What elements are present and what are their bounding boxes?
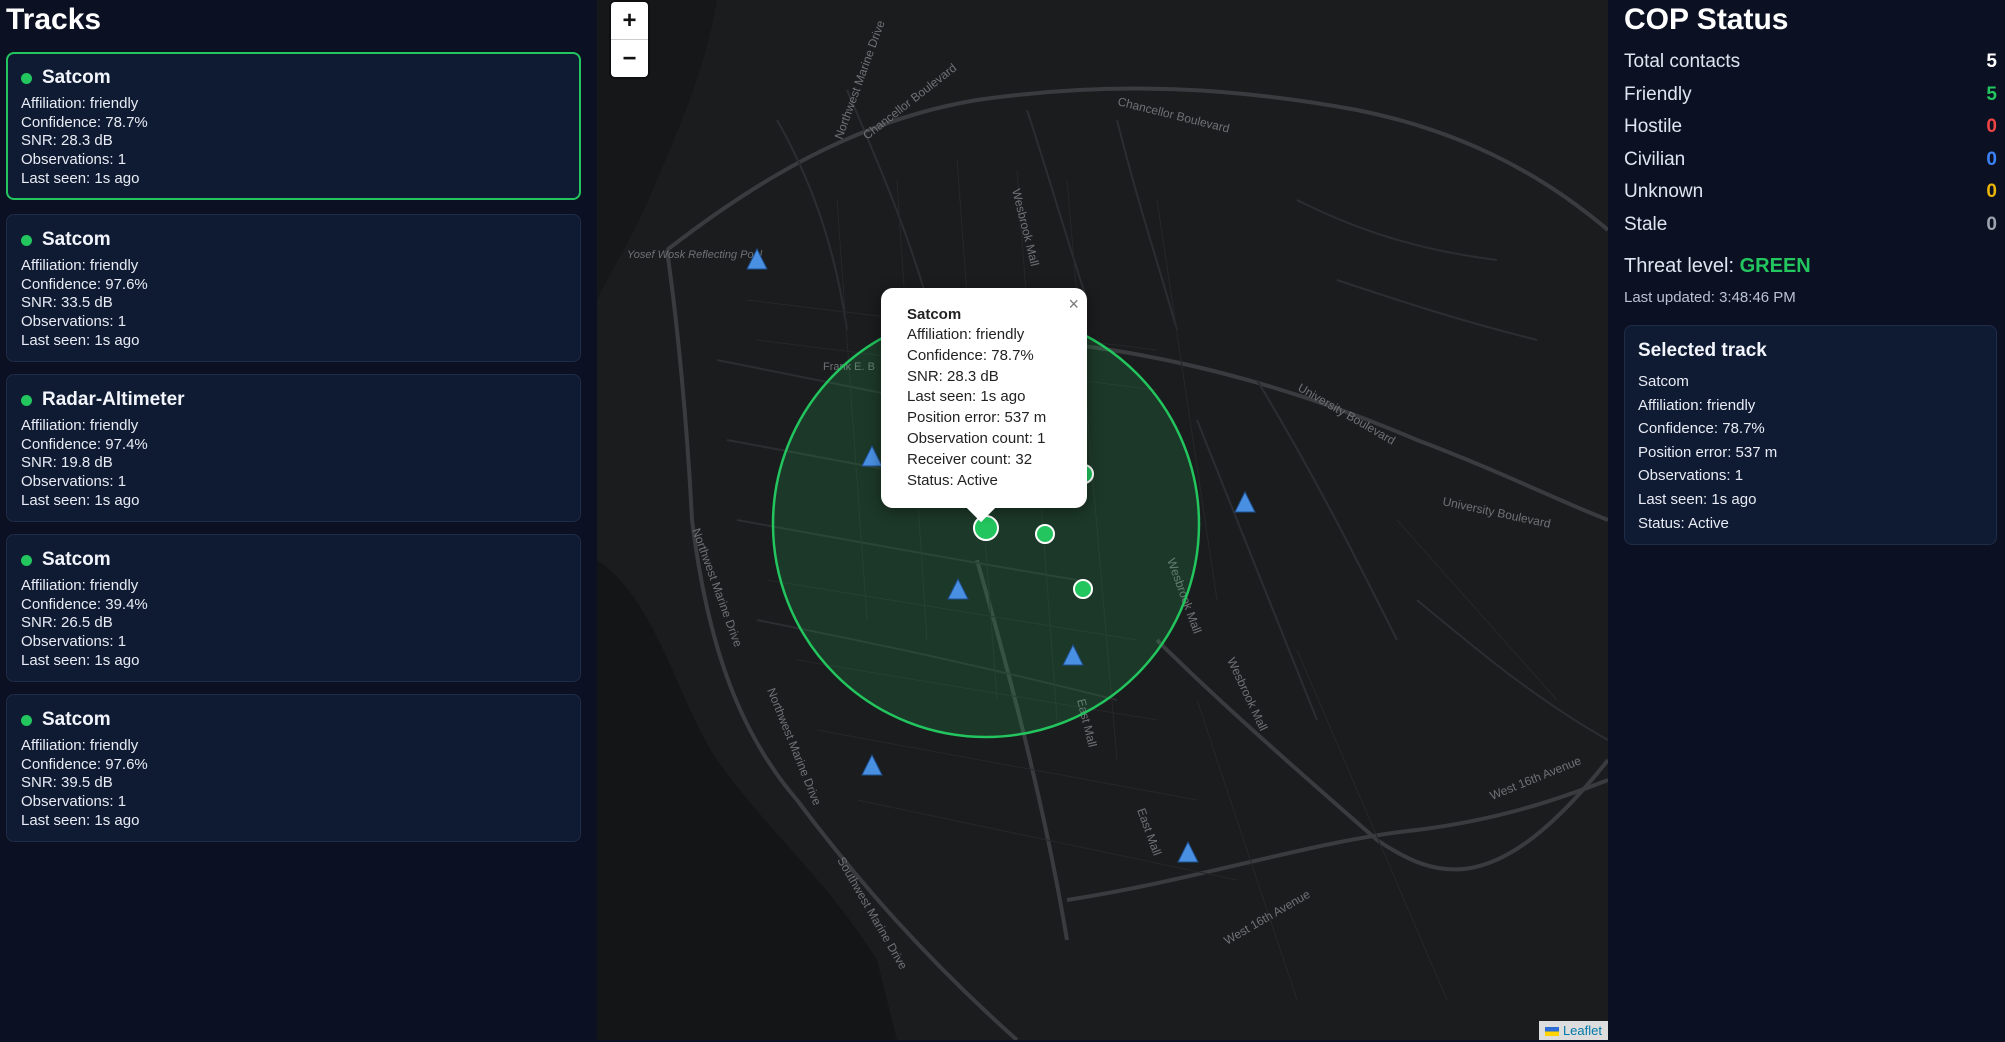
stat-label: Civilian — [1624, 148, 1686, 170]
stat-unknown: Unknown 0 — [1624, 176, 1997, 209]
popup-position-error: Position error: 537 m — [907, 409, 1047, 427]
zoom-control: + − — [611, 2, 648, 77]
zoom-in-button[interactable]: + — [611, 2, 648, 39]
track-confidence: Confidence: 78.7% — [21, 113, 148, 131]
track-last-seen: Last seen: 1s ago — [21, 491, 140, 509]
popup-confidence: Confidence: 78.7% — [907, 346, 1034, 364]
threat-value: GREEN — [1739, 255, 1811, 277]
stat-value: 0 — [1986, 181, 1997, 202]
track-snr: SNR: 28.3 dB — [21, 132, 113, 150]
track-card-1[interactable]: Satcom Affiliation: friendly Confidence:… — [6, 52, 581, 200]
stat-label: Total contacts — [1624, 51, 1741, 72]
track-card-2[interactable]: Satcom Affiliation: friendly Confidence:… — [6, 214, 581, 362]
track-confidence: Confidence: 97.4% — [21, 435, 148, 453]
stat-value: 5 — [1986, 83, 1997, 105]
track-card-5[interactable]: Satcom Affiliation: friendly Confidence:… — [6, 694, 581, 842]
stat-label: Hostile — [1624, 116, 1683, 137]
status-dot-icon — [21, 394, 32, 406]
selected-track-heading: Selected track — [1638, 340, 1767, 361]
track-confidence: Confidence: 39.4% — [21, 595, 148, 613]
popup-status: Status: Active — [907, 471, 998, 489]
cop-title: COP Status — [1624, 3, 1789, 36]
track-last-seen: Last seen: 1s ago — [21, 811, 140, 829]
track-name: Satcom — [42, 229, 111, 250]
track-snr: SNR: 26.5 dB — [21, 614, 113, 632]
track-name: Satcom — [42, 67, 111, 88]
track-affiliation: Affiliation: friendly — [21, 737, 139, 754]
track-snr: SNR: 33.5 dB — [21, 294, 113, 312]
ukraine-flag-icon — [1544, 1027, 1559, 1037]
track-snr: SNR: 19.8 dB — [21, 454, 113, 472]
tracks-title: Tracks — [6, 3, 102, 36]
stat-total-contacts: Total contacts 5 — [1624, 46, 1997, 79]
stat-label: Unknown — [1624, 181, 1704, 202]
last-updated: Last updated: 3:48:46 PM — [1624, 289, 1796, 306]
track-name: Satcom — [42, 709, 111, 730]
track-observations: Observations: 1 — [21, 151, 127, 169]
stat-label: Stale — [1624, 213, 1668, 235]
track-affiliation: Affiliation: friendly — [21, 417, 139, 434]
track-observations: Observations: 1 — [21, 313, 127, 331]
track-affiliation: Affiliation: friendly — [21, 257, 139, 274]
track-observations: Observations: 1 — [21, 633, 127, 651]
stat-civilian: Civilian 0 — [1624, 144, 1997, 177]
stat-hostile: Hostile 0 — [1624, 111, 1997, 144]
stat-stale: Stale 0 — [1624, 209, 1997, 242]
track-popup: × Satcom Affiliation: friendly Confidenc… — [881, 288, 1087, 523]
selected-track-name: Satcom — [1638, 373, 1689, 390]
track-observations: Observations: 1 — [21, 793, 127, 811]
track-snr: SNR: 39.5 dB — [21, 774, 113, 792]
track-last-seen: Last seen: 1s ago — [21, 169, 140, 187]
selected-track-affiliation: Affiliation: friendly — [1638, 396, 1756, 414]
map-view[interactable]: Chancellor Boulevard Chancellor Boulevar… — [597, 0, 1608, 1040]
stat-value: 0 — [1986, 148, 1997, 170]
map-tiles[interactable]: Chancellor Boulevard Chancellor Boulevar… — [597, 0, 1608, 1040]
zoom-out-button[interactable]: − — [611, 39, 648, 77]
track-card-4[interactable]: Satcom Affiliation: friendly Confidence:… — [6, 534, 581, 682]
close-icon[interactable]: × — [1068, 294, 1079, 315]
popup-observation-count: Observation count: 1 — [907, 429, 1046, 447]
selected-track-card: Selected track Satcom Affiliation: frien… — [1624, 325, 1997, 545]
status-dot-icon — [21, 72, 32, 84]
popup-last-seen: Last seen: 1s ago — [907, 388, 1026, 406]
track-marker[interactable] — [1035, 524, 1055, 544]
popup-affiliation: Affiliation: friendly — [907, 326, 1025, 343]
selected-track-status: Status: Active — [1638, 514, 1729, 532]
selected-track-last-seen: Last seen: 1s ago — [1638, 490, 1757, 508]
stat-value: 0 — [1986, 213, 1997, 235]
selected-track-position-error: Position error: 537 m — [1638, 443, 1778, 461]
stat-value: 5 — [1986, 51, 1997, 72]
track-marker[interactable] — [1073, 579, 1093, 599]
threat-level: Threat level: GREEN — [1624, 249, 1997, 283]
status-dot-icon — [21, 554, 32, 566]
status-dot-icon — [21, 714, 32, 726]
status-dot-icon — [21, 234, 32, 246]
stat-label: Friendly — [1624, 83, 1692, 105]
popup-snr: SNR: 28.3 dB — [907, 367, 999, 385]
track-name: Radar-Altimeter — [42, 389, 185, 410]
stat-friendly: Friendly 5 — [1624, 79, 1997, 112]
popup-receiver-count: Receiver count: 32 — [907, 450, 1033, 468]
selected-track-confidence: Confidence: 78.7% — [1638, 420, 1765, 438]
stat-value: 0 — [1986, 116, 1997, 137]
place-label: Yosef Wosk Reflecting Pool — [627, 249, 763, 261]
attribution-link[interactable]: Leaflet — [1563, 1023, 1602, 1038]
track-name: Satcom — [42, 549, 111, 570]
threat-label: Threat level: — [1624, 255, 1735, 277]
selected-track-observations: Observations: 1 — [1638, 467, 1744, 485]
track-confidence: Confidence: 97.6% — [21, 755, 148, 773]
track-affiliation: Affiliation: friendly — [21, 577, 139, 594]
track-confidence: Confidence: 97.6% — [21, 275, 148, 293]
popup-title: Satcom — [907, 306, 962, 323]
track-card-3[interactable]: Radar-Altimeter Affiliation: friendly Co… — [6, 374, 581, 522]
tracks-panel: Tracks Satcom Affiliation: friendly Conf… — [0, 0, 597, 1042]
map-attribution[interactable]: Leaflet — [1538, 1021, 1608, 1040]
track-last-seen: Last seen: 1s ago — [21, 651, 140, 669]
cop-status-panel: COP Status Total contacts 5 Friendly 5 H… — [1608, 0, 2005, 1042]
track-observations: Observations: 1 — [21, 473, 127, 491]
track-last-seen: Last seen: 1s ago — [21, 331, 140, 349]
track-affiliation: Affiliation: friendly — [21, 95, 139, 112]
